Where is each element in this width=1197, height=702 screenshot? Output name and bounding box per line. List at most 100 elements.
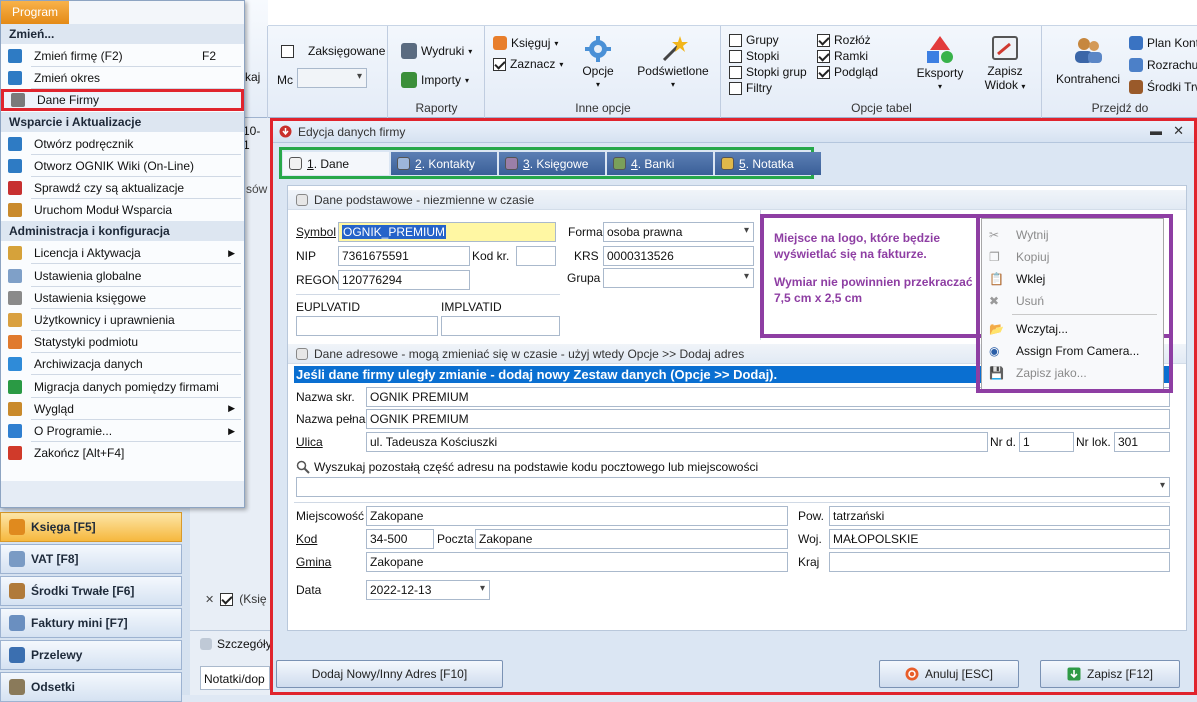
importy-button[interactable]: Importy ▾ <box>401 72 469 88</box>
eupl-field[interactable] <box>296 316 438 336</box>
plan-kont-button[interactable]: Plan Kont <box>1129 36 1197 50</box>
krs-field[interactable]: 0000313526 <box>603 246 754 266</box>
nav-module-button[interactable]: Przelewy <box>0 640 182 670</box>
ks-check[interactable] <box>220 592 234 606</box>
nip-field[interactable]: 7361675591 <box>338 246 470 266</box>
dialog-tab[interactable]: 3. Księgowe <box>499 152 605 175</box>
menu-item[interactable]: Ustawienia księgowe <box>1 287 244 309</box>
checkbox-box[interactable] <box>729 65 742 79</box>
tab-text: . Notatka <box>745 156 794 171</box>
close-icon[interactable]: ✕ <box>1173 123 1184 139</box>
mc-select[interactable] <box>297 68 367 88</box>
poczta-field[interactable]: Zakopane <box>475 529 788 549</box>
podswietlone-button[interactable]: Podświetlone ▾ <box>634 34 712 92</box>
address-search-select[interactable] <box>296 477 1170 497</box>
nrd-field[interactable]: 1 <box>1019 432 1074 452</box>
grupa-select[interactable] <box>603 268 754 288</box>
wydruki-button[interactable]: Wydruki ▾ <box>401 43 472 59</box>
program-menu-tab[interactable]: Program <box>1 1 69 24</box>
dialog-tab[interactable]: 5. Notatka <box>715 152 821 175</box>
table-option-checkbox[interactable]: Filtry <box>729 81 772 95</box>
szczegoly-tab[interactable]: Szczegóły <box>190 630 272 656</box>
checkbox-box[interactable] <box>729 81 742 95</box>
kod-field[interactable]: 34-500 <box>366 529 434 549</box>
menu-item[interactable]: O Programie... ▶ <box>1 420 244 442</box>
symbol-field[interactable]: OGNIK_PREMIUM <box>338 222 556 242</box>
menu-item[interactable]: Użytkownicy i uprawnienia <box>1 309 244 331</box>
table-option-checkbox[interactable]: Grupy <box>729 33 779 47</box>
dialog-tab[interactable]: 4. Banki <box>607 152 713 175</box>
context-menu-item[interactable]: 📂 Wczytaj... <box>982 318 1163 340</box>
forma-select[interactable]: osoba prawna <box>603 222 754 242</box>
ulica-field[interactable]: ul. Tadeusza Kościuszki <box>366 432 988 452</box>
kontrahenci-button[interactable]: Kontrahenci <box>1053 34 1123 86</box>
menu-item[interactable]: Uruchom Moduł Wsparcia <box>1 199 244 221</box>
section-icon <box>296 193 308 206</box>
menu-item[interactable]: Otwórz podręcznik <box>1 133 244 155</box>
checkbox-box[interactable] <box>817 49 830 63</box>
zaksiegowane-checkbox[interactable]: Zaksięgowane <box>281 44 385 58</box>
regon-field[interactable]: 120776294 <box>338 270 470 290</box>
table-option-checkbox[interactable]: Stopki <box>729 49 779 63</box>
menu-item[interactable]: Ustawienia globalne <box>1 265 244 287</box>
context-menu-item[interactable]: 📋 Wklej <box>982 268 1163 290</box>
dialog-tab[interactable]: 1. Dane <box>283 152 389 175</box>
rozrachunki-button[interactable]: Rozrachu <box>1129 58 1197 72</box>
table-option-checkbox[interactable]: Ramki <box>817 49 868 63</box>
nazwa-pelna-field[interactable]: OGNIK PREMIUM <box>366 409 1170 429</box>
nazwa-skr-field[interactable]: OGNIK PREMIUM <box>366 387 1170 407</box>
checkbox-box[interactable] <box>817 65 830 79</box>
menu-item[interactable]: Migracja danych pomiędzy firmami <box>1 376 244 398</box>
close-small-icon[interactable]: ✕ <box>205 593 214 606</box>
menu-item[interactable]: Sprawdź czy są aktualizacje <box>1 177 244 199</box>
menu-item[interactable]: Wygląd ▶ <box>1 398 244 420</box>
add-address-button[interactable]: Dodaj Nowy/Inny Adres [F10] <box>276 660 503 688</box>
checkbox-box[interactable] <box>729 33 742 47</box>
zapisz-widok-button[interactable]: Zapisz Widok ▾ <box>978 34 1032 94</box>
checkbox-box[interactable] <box>729 49 742 63</box>
menu-item[interactable]: Zakończ [Alt+F4] <box>1 442 244 464</box>
eksporty-button[interactable]: Eksporty ▾ <box>912 34 968 94</box>
menu-item[interactable]: Archiwizacja danych <box>1 353 244 375</box>
nrlok-field[interactable]: 301 <box>1114 432 1170 452</box>
nav-module-button[interactable]: Środki Trwałe [F6] <box>0 576 182 606</box>
gmina-field[interactable]: Zakopane <box>366 552 788 572</box>
menu-item-label: Zakończ [Alt+F4] <box>34 446 125 461</box>
menu-item[interactable]: Statystyki podmiotu <box>1 331 244 353</box>
kraj-field[interactable] <box>829 552 1170 572</box>
pow-field[interactable]: tatrzański <box>829 506 1170 526</box>
data-date-picker[interactable]: 2022-12-13 <box>366 580 490 600</box>
zaznacz-button[interactable]: Zaznacz ▾ <box>493 57 563 71</box>
kodkr-field[interactable] <box>516 246 556 266</box>
dialog-tab[interactable]: 2. Kontakty <box>391 152 497 175</box>
menu-item[interactable]: Zmień okres <box>1 67 244 89</box>
ksieguj-button[interactable]: Księguj ▾ <box>493 36 558 50</box>
table-option-checkbox[interactable]: Podgląd <box>817 65 878 79</box>
nav-module-button[interactable]: Faktury mini [F7] <box>0 608 182 638</box>
menu-item[interactable]: Otworz OGNIK Wiki (On-Line) <box>1 155 244 177</box>
notatki-field[interactable]: Notatki/dop <box>200 666 270 690</box>
menu-item[interactable]: Zmień firmę (F2) F2 <box>1 45 244 67</box>
impl-field[interactable] <box>441 316 560 336</box>
menu-item[interactable]: Licencja i Aktywacja ▶ <box>1 242 244 264</box>
menu-item-label: Archiwizacja danych <box>34 357 143 372</box>
ks-checkbox-row[interactable]: ✕ (Księ <box>205 592 267 606</box>
nav-module-button[interactable]: Odsetki <box>0 672 182 702</box>
folder-open-icon: 📂 <box>989 322 1004 336</box>
srodki-trwale-button[interactable]: Środki Trw <box>1129 80 1197 94</box>
zaksiegowane-check[interactable] <box>281 44 294 58</box>
checkbox-box[interactable] <box>817 33 830 47</box>
nav-module-button[interactable]: Księga [F5] <box>0 512 182 542</box>
opcje-button[interactable]: Opcje ▾ <box>581 34 615 92</box>
table-option-checkbox[interactable]: Stopki grup <box>729 65 807 79</box>
table-option-checkbox[interactable]: Rozłóż <box>817 33 871 47</box>
cancel-button[interactable]: Anuluj [ESC] <box>879 660 1019 688</box>
context-menu-item[interactable]: ◉ Assign From Camera... <box>982 340 1163 362</box>
woj-field[interactable]: MAŁOPOLSKIE <box>829 529 1170 549</box>
nav-module-button[interactable]: VAT [F8] <box>0 544 182 574</box>
miejscowosc-field[interactable]: Zakopane <box>366 506 788 526</box>
maximize-icon[interactable]: ▬ <box>1150 124 1162 138</box>
tab-text: . Księgowe <box>529 156 589 171</box>
menu-item[interactable]: Dane Firmy <box>1 89 244 112</box>
save-button[interactable]: Zapisz [F12] <box>1040 660 1180 688</box>
